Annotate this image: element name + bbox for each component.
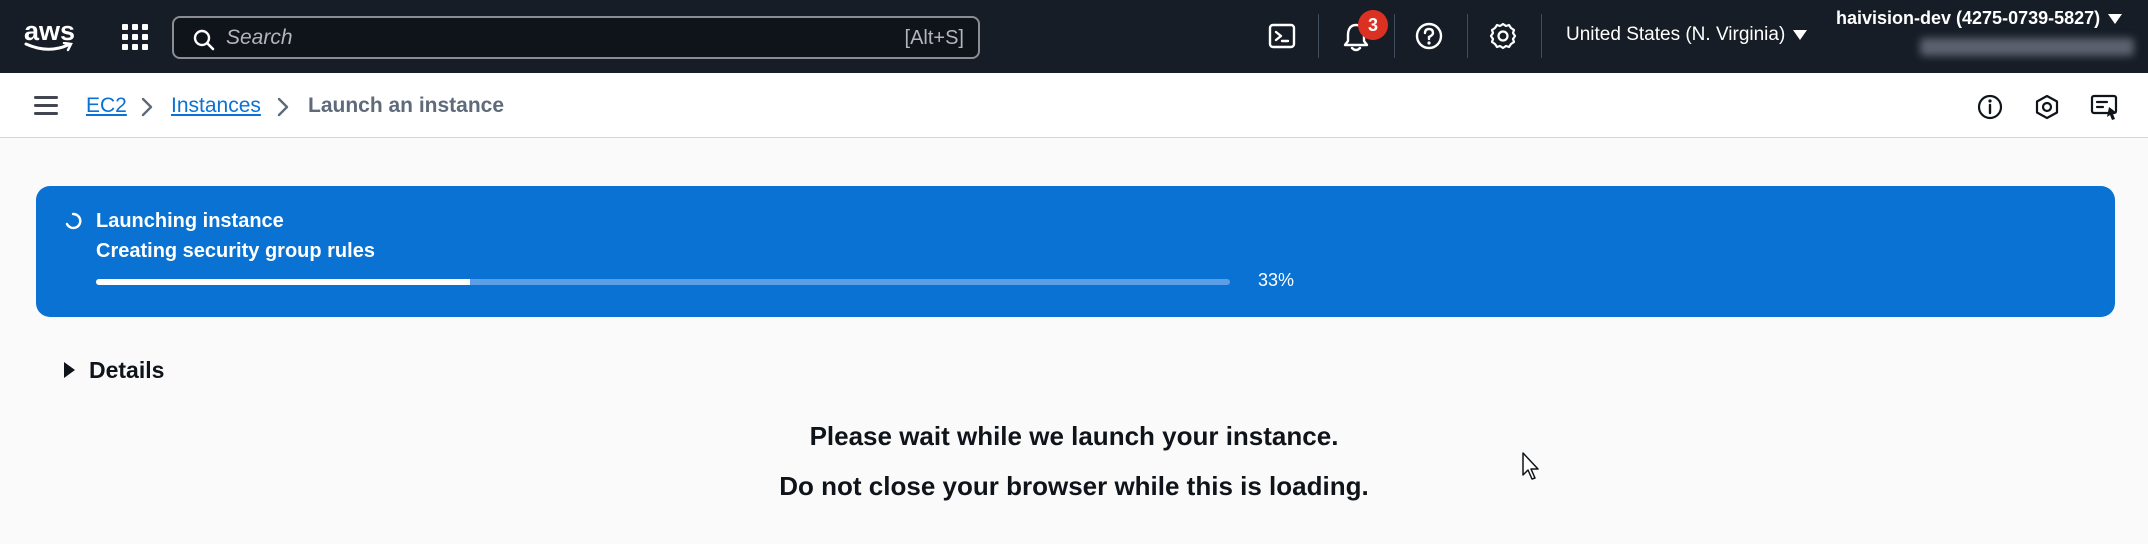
breadcrumb-bar: EC2 Instances Launch an instance	[0, 73, 2148, 138]
banner-title: Launching instance	[96, 210, 284, 232]
mouse-cursor-icon	[1522, 452, 1539, 480]
launch-progress-banner: Launching instance Creating security gro…	[36, 186, 2115, 317]
breadcrumb-ec2[interactable]: EC2	[86, 94, 127, 118]
account-label: haivision-dev (4275-0739-5827)	[1836, 8, 2101, 28]
settings-icon[interactable]	[1488, 21, 1520, 53]
search-shortcut: [Alt+S]	[904, 27, 964, 49]
help-icon[interactable]	[1414, 21, 1446, 53]
blurred-email	[1920, 38, 2134, 56]
chevron-right-icon	[141, 97, 153, 117]
caret-down-icon	[2108, 14, 2123, 25]
nav-divider	[1394, 14, 1395, 58]
nav-divider	[1541, 14, 1542, 58]
progress-bar-fill	[96, 279, 471, 285]
details-expander[interactable]: Details	[64, 357, 164, 384]
top-navigation: aws [Alt+S] 3	[0, 0, 2148, 73]
browser-warning: Do not close your browser while this is …	[779, 471, 1369, 501]
details-label: Details	[89, 357, 165, 383]
account-menu[interactable]: haivision-dev (4275-0739-5827)	[1836, 8, 2123, 29]
banner-status: Creating security group rules	[96, 240, 375, 262]
chevron-right-icon	[277, 97, 289, 117]
search-icon	[193, 29, 215, 51]
region-label: United States (N. Virginia)	[1566, 24, 1786, 45]
nav-divider	[1467, 14, 1468, 58]
breadcrumb-instances[interactable]: Instances	[171, 94, 261, 118]
breadcrumb-current: Launch an instance	[308, 94, 505, 117]
feedback-icon[interactable]	[2090, 93, 2118, 121]
info-icon[interactable]	[1976, 93, 2004, 121]
cloudshell-icon[interactable]	[1267, 21, 1299, 53]
progress-bar	[96, 279, 1230, 285]
region-selector[interactable]: United States (N. Virginia)	[1566, 24, 1808, 46]
spinner-icon	[65, 212, 82, 230]
caret-down-icon	[1793, 29, 1808, 40]
notification-badge: 3	[1358, 10, 1388, 40]
hexagon-settings-icon[interactable]	[2033, 93, 2061, 121]
progress-percent: 33%	[1258, 270, 1295, 290]
search-input[interactable]	[226, 24, 826, 52]
nav-divider	[1318, 14, 1319, 58]
search-box[interactable]: [Alt+S]	[172, 16, 980, 59]
apps-grid-icon[interactable]	[120, 22, 150, 52]
aws-smile-icon	[24, 42, 73, 52]
caret-right-icon	[64, 362, 75, 379]
aws-logo[interactable]: aws	[24, 18, 76, 54]
menu-icon[interactable]	[34, 96, 58, 116]
wait-message: Please wait while we launch your instanc…	[809, 421, 1339, 451]
